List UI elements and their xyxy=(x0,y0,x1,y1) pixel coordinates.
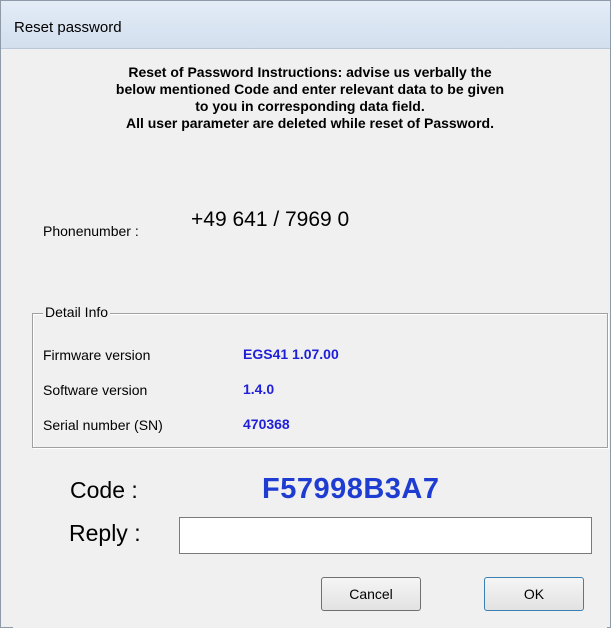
window-title: Reset password xyxy=(14,19,122,36)
code-value: F57998B3A7 xyxy=(262,473,440,505)
serial-number-value: 470368 xyxy=(243,416,290,432)
dialog-body: Reset of Password Instructions: advise u… xyxy=(13,49,608,628)
serial-number-label: Serial number (SN) xyxy=(43,417,163,433)
firmware-version-label: Firmware version xyxy=(43,347,151,363)
software-version-value: 1.4.0 xyxy=(243,381,275,397)
reset-password-dialog: Reset password Reset of Password Instruc… xyxy=(0,0,611,628)
phone-number-value: +49 641 / 7969 0 xyxy=(191,208,350,231)
firmware-version-value: EGS41 1.07.00 xyxy=(243,346,339,362)
reply-label: Reply : xyxy=(69,520,141,546)
title-bar[interactable]: Reset password xyxy=(1,1,610,49)
ok-button[interactable]: OK xyxy=(484,577,584,611)
cancel-button[interactable]: Cancel xyxy=(321,577,421,611)
phone-number-label: Phonenumber : xyxy=(43,223,139,239)
code-label: Code : xyxy=(70,477,138,503)
instructions-text: Reset of Password Instructions: advise u… xyxy=(13,64,607,132)
software-version-label: Software version xyxy=(43,382,148,398)
instructions-line: Reset of Password Instructions: advise u… xyxy=(128,64,492,80)
instructions-line: to you in corresponding data field. xyxy=(195,98,425,114)
instructions-line: All user parameter are deleted while res… xyxy=(125,115,495,131)
reply-input[interactable] xyxy=(179,517,592,554)
detail-info-title: Detail Info xyxy=(43,304,111,320)
instructions-line: below mentioned Code and enter relevant … xyxy=(115,81,505,97)
